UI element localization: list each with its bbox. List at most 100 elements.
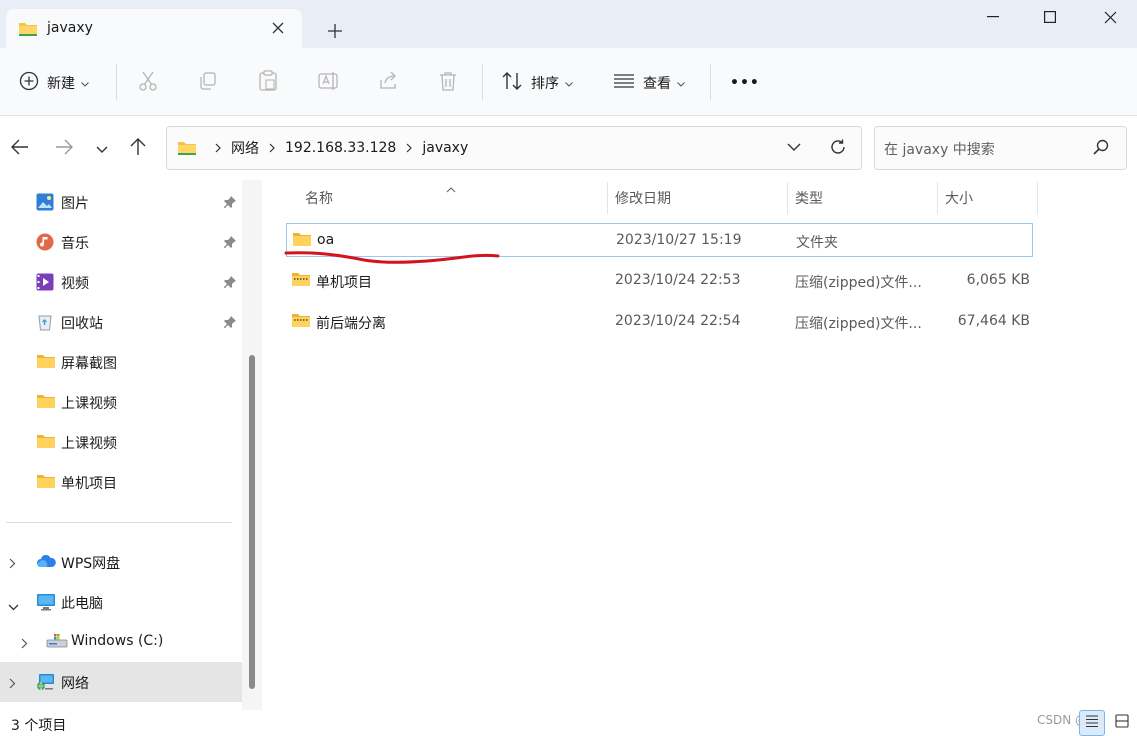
sidebar-item-wps-cloud[interactable]: WPS网盘 (0, 542, 242, 582)
search-placeholder: 在 javaxy 中搜索 (884, 142, 995, 158)
tiles-view-button[interactable] (1109, 710, 1135, 736)
close-window-button[interactable] (1095, 4, 1125, 30)
details-view-button[interactable] (1079, 710, 1105, 736)
copy-icon (198, 71, 218, 95)
breadcrumb-item-network[interactable]: 网络 (231, 138, 259, 158)
sidebar-item-class-videos-2[interactable]: 上课视频 (0, 422, 242, 462)
chevron-down-icon (96, 141, 108, 157)
new-tab-button[interactable] (322, 18, 348, 44)
sidebar-item-label: 图片 (61, 196, 89, 212)
chevron-down-icon (81, 75, 89, 91)
new-button[interactable]: 新建 (19, 68, 89, 98)
sidebar-item-windows-c[interactable]: Windows (C:) (0, 622, 242, 662)
chevron-right-icon[interactable] (9, 677, 16, 693)
sidebar-item-class-videos[interactable]: 上课视频 (0, 382, 242, 422)
sort-ascending-icon (446, 181, 456, 197)
tab-javaxy[interactable]: javaxy (6, 9, 302, 48)
cloud-icon (36, 553, 56, 571)
folder-icon (36, 393, 55, 411)
table-row[interactable]: 前后端分离 2023/10/24 22:54 压缩(zipped)文件... 6… (286, 305, 1033, 339)
recent-locations-button[interactable] (90, 137, 114, 161)
arrow-up-icon (130, 138, 146, 160)
file-type: 压缩(zipped)文件... (795, 275, 922, 291)
paste-button[interactable] (258, 68, 278, 98)
music-icon (36, 233, 54, 251)
sidebar-item-videos[interactable]: 视频 (0, 262, 242, 302)
item-count: 3 个项目 (11, 718, 67, 734)
tiles-view-icon (1115, 714, 1129, 732)
breadcrumb-item-host[interactable]: 192.168.33.128 (285, 140, 396, 156)
file-size: 6,065 KB (966, 272, 1030, 288)
sidebar-item-label: 此电脑 (61, 596, 103, 612)
folder-icon (18, 21, 38, 41)
pin-icon (224, 276, 236, 292)
close-tab-icon[interactable] (268, 18, 288, 38)
sidebar-item-screenshots[interactable]: 屏幕截图 (0, 342, 242, 382)
rename-icon (318, 71, 340, 95)
view-button[interactable]: 查看 (613, 68, 685, 98)
column-header-name[interactable]: 名称 (305, 180, 333, 216)
chevron-right-icon[interactable] (9, 557, 16, 573)
minimize-button[interactable] (978, 4, 1008, 30)
chevron-right-icon (269, 143, 275, 153)
sidebar-item-label: 视频 (61, 276, 89, 292)
navigation-pane: 图片 音乐 视频 回收站 屏幕截图 上课视频 上课视频 单机项目 WPS网盘 此… (0, 180, 262, 710)
column-separator[interactable] (787, 182, 788, 214)
arrow-right-icon (55, 139, 73, 159)
breadcrumb-item-folder[interactable]: javaxy (422, 140, 468, 156)
folder-icon (36, 473, 55, 491)
recycle-bin-icon (36, 313, 54, 331)
sidebar-item-recycle-bin[interactable]: 回收站 (0, 302, 242, 342)
search-icon[interactable] (1093, 139, 1109, 159)
copy-button[interactable] (198, 68, 218, 98)
sort-icon (501, 71, 523, 95)
sidebar-item-label: 上课视频 (61, 396, 117, 412)
clipboard-icon (258, 70, 278, 96)
sidebar-item-label: Windows (C:) (71, 633, 164, 649)
sidebar-item-network[interactable]: 网络 (0, 662, 242, 702)
new-label: 新建 (47, 76, 75, 92)
column-separator[interactable] (1037, 182, 1038, 214)
column-header-modified[interactable]: 修改日期 (615, 180, 671, 216)
table-row[interactable]: 单机项目 2023/10/24 22:53 压缩(zipped)文件... 6,… (286, 264, 1033, 298)
divider (710, 64, 711, 100)
sidebar-item-label: 屏幕截图 (61, 356, 117, 372)
sidebar-item-music[interactable]: 音乐 (0, 222, 242, 262)
chevron-down-icon[interactable] (8, 599, 19, 615)
cut-button[interactable] (138, 68, 158, 98)
sidebar-item-this-pc[interactable]: 此电脑 (0, 582, 242, 622)
delete-button[interactable] (439, 68, 457, 98)
address-bar[interactable]: 网络 192.168.33.128 javaxy (166, 126, 862, 170)
navigation-row: 网络 192.168.33.128 javaxy 在 javaxy 中搜索 (0, 117, 1137, 180)
sort-button[interactable]: 排序 (501, 68, 573, 98)
pictures-icon (36, 193, 54, 211)
rename-button[interactable] (318, 68, 340, 98)
file-modified: 2023/10/27 15:19 (616, 232, 742, 248)
column-header-type[interactable]: 类型 (795, 180, 823, 216)
details-view-icon (1085, 715, 1099, 731)
sidebar-item-label: 音乐 (61, 236, 89, 252)
sidebar-scrollbar-thumb[interactable] (249, 355, 255, 689)
column-separator[interactable] (937, 182, 938, 214)
pin-icon (224, 236, 236, 252)
refresh-icon[interactable] (829, 138, 847, 160)
sidebar-item-label: 回收站 (61, 316, 103, 332)
maximize-button[interactable] (1035, 4, 1065, 30)
sidebar-item-standalone-project[interactable]: 单机项目 (0, 462, 242, 502)
forward-button[interactable] (52, 137, 76, 161)
network-icon (36, 673, 54, 691)
column-separator[interactable] (607, 182, 608, 214)
address-history-chevron-icon[interactable] (787, 139, 801, 155)
share-button[interactable] (378, 68, 398, 98)
column-header-size[interactable]: 大小 (945, 180, 973, 216)
file-modified: 2023/10/24 22:53 (615, 272, 741, 288)
folder-icon (177, 140, 197, 156)
sidebar-item-pictures[interactable]: 图片 (0, 182, 242, 222)
chevron-right-icon[interactable] (21, 637, 28, 653)
search-input[interactable]: 在 javaxy 中搜索 (874, 126, 1127, 170)
back-button[interactable] (8, 137, 32, 161)
up-button[interactable] (126, 137, 150, 161)
folder-icon (36, 433, 55, 451)
divider (6, 522, 232, 523)
more-options-button[interactable]: ••• (730, 68, 760, 98)
